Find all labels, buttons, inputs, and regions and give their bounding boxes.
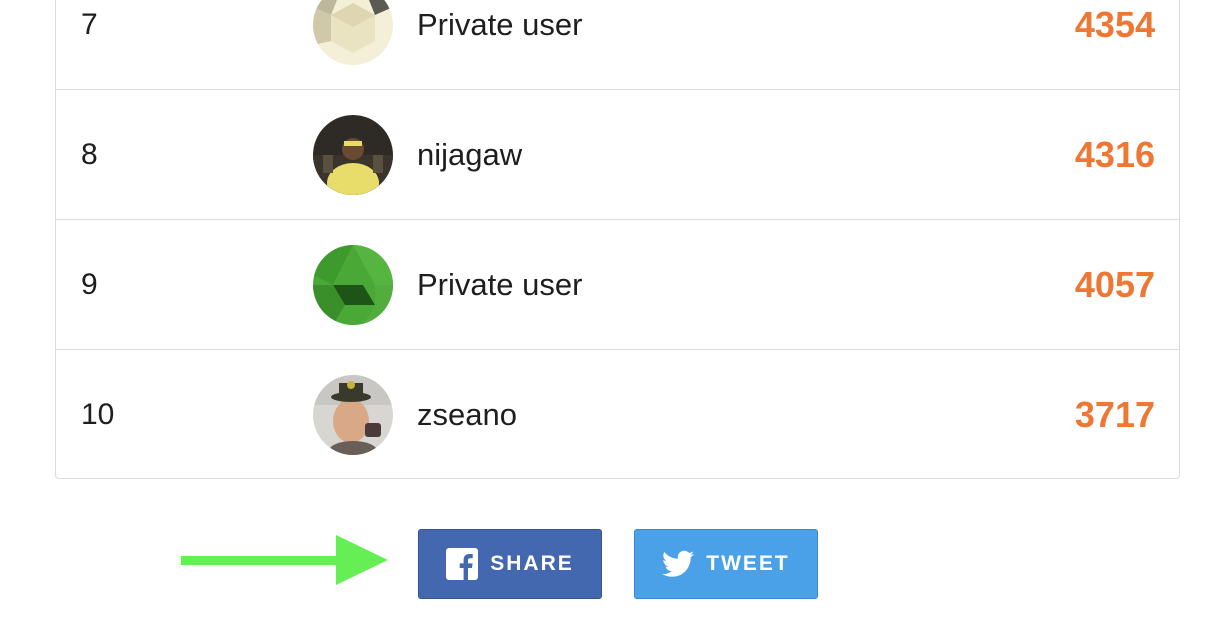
avatar[interactable] <box>313 114 393 195</box>
twitter-tweet-button[interactable]: TWEET <box>634 529 818 599</box>
user-photo <box>313 375 393 455</box>
username[interactable]: Private user <box>417 7 582 43</box>
hexagon-green-icon <box>313 244 393 325</box>
avatar[interactable] <box>313 0 393 65</box>
score: 4354 <box>1074 3 1155 45</box>
rank-number: 10 <box>81 398 115 431</box>
score: 3717 <box>1074 394 1155 435</box>
username[interactable]: Private user <box>417 267 582 303</box>
score: 4057 <box>1074 263 1155 305</box>
table-row: 8 nijagaw 4316 <box>56 90 1179 220</box>
rank-number: 8 <box>81 137 98 171</box>
hexagon-pale-icon <box>313 0 393 65</box>
rank-number: 9 <box>81 267 98 301</box>
table-row: 10 zseano 3717 <box>56 350 1179 480</box>
twitter-tweet-label: TWEET <box>706 552 790 575</box>
avatar[interactable] <box>313 244 393 325</box>
facebook-share-button[interactable]: SHARE <box>418 529 602 599</box>
table-row: 9 Private user 4057 <box>56 220 1179 350</box>
user-photo <box>313 114 393 195</box>
avatar[interactable] <box>313 375 393 455</box>
score: 4316 <box>1074 133 1155 175</box>
rank-number: 7 <box>81 7 98 41</box>
table-row: 7 Private user 4354 <box>56 0 1179 90</box>
username[interactable]: zseano <box>417 397 517 433</box>
arrow-icon <box>180 532 390 593</box>
leaderboard-table: 7 Private user 4354 8 nijagaw 4316 9 Pri… <box>55 0 1180 479</box>
facebook-icon <box>446 548 479 580</box>
username[interactable]: nijagaw <box>417 137 522 173</box>
twitter-bird-icon <box>662 550 695 578</box>
facebook-share-label: SHARE <box>490 552 574 575</box>
